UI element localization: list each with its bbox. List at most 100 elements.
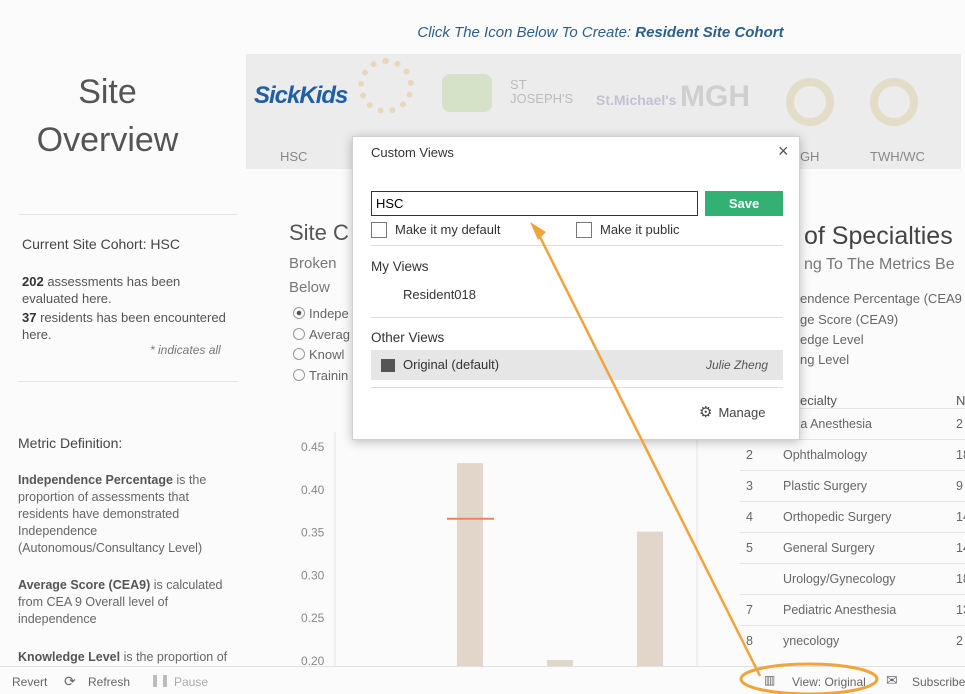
other-views-heading: Other Views	[371, 330, 445, 345]
view-original-button[interactable]: View: Original	[792, 675, 866, 689]
row-count: 13	[956, 603, 965, 617]
spec-option-4[interactable]: ng Level	[800, 352, 849, 367]
refresh-icon[interactable]: ⟳	[64, 673, 76, 690]
spec-option-3[interactable]: edge Level	[800, 332, 864, 347]
dialog-title: Custom Views	[371, 145, 454, 160]
spec-option-1[interactable]: endence Percentage (CEA9	[800, 291, 962, 306]
refresh-button[interactable]: Refresh	[88, 675, 130, 689]
other-view-item[interactable]: Original (default) Julie Zheng	[371, 350, 783, 380]
uhn-logo-2[interactable]	[870, 78, 918, 126]
row-count: 2	[956, 634, 963, 648]
y-tick-label: 0.35	[301, 526, 325, 540]
resident-count-text: 37 residents has been encountered here.	[22, 310, 226, 342]
stjoseph-logo[interactable]: ST JOSEPH'S	[510, 78, 573, 106]
view-icon	[381, 359, 395, 372]
row-number: 4	[746, 510, 753, 524]
tab-hsc[interactable]: HSC	[280, 149, 307, 164]
other-view-owner: Julie Zheng	[706, 358, 769, 372]
my-view-item[interactable]: Resident018	[403, 287, 476, 302]
gear-icon: ⚙	[699, 404, 713, 421]
y-tick-label: 0.30	[301, 568, 325, 582]
spec-option-2[interactable]: ge Score (CEA9)	[800, 312, 898, 327]
other-view-name: Original (default)	[403, 357, 500, 372]
specialties-subtitle: ng To The Metrics Be	[804, 256, 955, 273]
my-views-heading: My Views	[371, 259, 429, 274]
manage-label: Manage	[718, 405, 766, 420]
revert-button[interactable]: Revert	[12, 675, 47, 689]
row-specialty: ynecology	[783, 634, 840, 648]
row-specialty: Ophthalmology	[783, 448, 868, 462]
make-default-label: Make it my default	[395, 222, 501, 237]
site-comparison-title: Site C	[289, 220, 349, 245]
definition-average-score: Average Score (CEA9) is calculated from …	[18, 578, 223, 626]
page-title: Site Overview	[36, 73, 179, 159]
sun-logo[interactable]	[358, 58, 414, 114]
row-number: 8	[746, 634, 753, 648]
subscribe-button[interactable]: Subscribe	[912, 675, 965, 689]
save-button[interactable]: Save	[705, 191, 783, 216]
row-count: 14	[956, 510, 965, 524]
divider	[371, 387, 783, 388]
y-tick-label: 0.45	[301, 440, 325, 454]
definition-independence: Independence Percentage is the proportio…	[18, 473, 207, 555]
y-tick-label: 0.25	[301, 611, 325, 625]
radio-knowledge[interactable]: Knowl	[293, 347, 344, 362]
sickkids-logo[interactable]: SickKids	[254, 82, 348, 110]
row-number: 7	[746, 603, 753, 617]
table-row[interactable]: 4 Orthopedic Surgery 14	[740, 501, 965, 532]
row-specialty: Orthopedic Surgery	[783, 510, 892, 524]
table-row[interactable]: 2 Ophthalmology 18	[740, 439, 965, 470]
pause-icon[interactable]: ❚❚	[150, 673, 170, 687]
instruction-text: Click The Icon Below To Create: Resident…	[417, 24, 784, 41]
assessment-count-text: 202 assessments has been evaluated here.	[22, 274, 181, 306]
row-specialty: Plastic Surgery	[783, 479, 868, 493]
table-row[interactable]: 7 Pediatric Anesthesia 13	[740, 594, 965, 625]
row-number: 5	[746, 541, 753, 555]
stmichaels-logo[interactable]: St.Michael's	[596, 92, 676, 108]
all-note: * indicates all	[150, 343, 221, 357]
view-name-input[interactable]	[371, 191, 698, 216]
tab-twh-wc[interactable]: TWH/WC	[870, 149, 925, 164]
table-row[interactable]: 8 ynecology 2	[740, 625, 965, 656]
checkbox-icon[interactable]	[371, 222, 387, 238]
row-number: 3	[746, 479, 753, 493]
make-public-label: Make it public	[600, 222, 680, 237]
view-icon: ▥	[764, 673, 776, 687]
uhn-logo-1[interactable]	[786, 78, 834, 126]
site-comparison-subtitle: Broken Below	[289, 255, 337, 296]
make-public-checkbox[interactable]: Make it public	[576, 222, 679, 238]
table-row[interactable]: 3 Plastic Surgery 9	[740, 470, 965, 501]
subscribe-icon: ✉	[886, 672, 898, 688]
mgh-logo[interactable]: MGH	[680, 80, 750, 114]
row-number: 2	[746, 448, 753, 462]
table-row[interactable]: 5 General Surgery 14	[740, 532, 965, 563]
row-specialty: General Surgery	[783, 541, 875, 555]
definition-knowledge: Knowledge Level is the proportion of	[18, 650, 228, 664]
manage-button[interactable]: ⚙ Manage	[699, 403, 765, 421]
row-count: 18	[956, 448, 965, 462]
metric-definition-title: Metric Definition:	[18, 435, 123, 451]
row-specialty: Pediatric Anesthesia	[783, 603, 897, 617]
row-specialty: Urology/Gynecology	[783, 572, 896, 586]
specialty-column-header: ecialty	[800, 393, 837, 408]
cohort-title: Current Site Cohort: HSC	[22, 236, 180, 252]
table-row[interactable]: Urology/Gynecology 18	[740, 563, 965, 594]
row-count: 18	[956, 572, 965, 586]
make-default-checkbox[interactable]: Make it my default	[371, 222, 501, 238]
checkbox-icon[interactable]	[576, 222, 592, 238]
y-tick-label: 0.40	[301, 483, 325, 497]
row-count: 9	[956, 479, 963, 493]
close-icon[interactable]: ×	[778, 141, 789, 162]
divider	[371, 245, 783, 246]
radio-training[interactable]: Trainin	[293, 368, 348, 383]
bar	[457, 463, 483, 672]
toolbar-footer: Revert ⟳ Refresh ❚❚ Pause ▥ View: Origin…	[0, 666, 965, 694]
leaf-logo[interactable]	[442, 74, 492, 112]
divider	[371, 317, 783, 318]
radio-average[interactable]: Averag	[293, 327, 350, 342]
radio-independence[interactable]: Indepe	[293, 306, 349, 321]
specialties-title: of Specialties	[804, 222, 953, 250]
pause-button[interactable]: Pause	[174, 675, 208, 689]
n-column-header: N	[956, 393, 965, 408]
bar	[637, 531, 663, 672]
